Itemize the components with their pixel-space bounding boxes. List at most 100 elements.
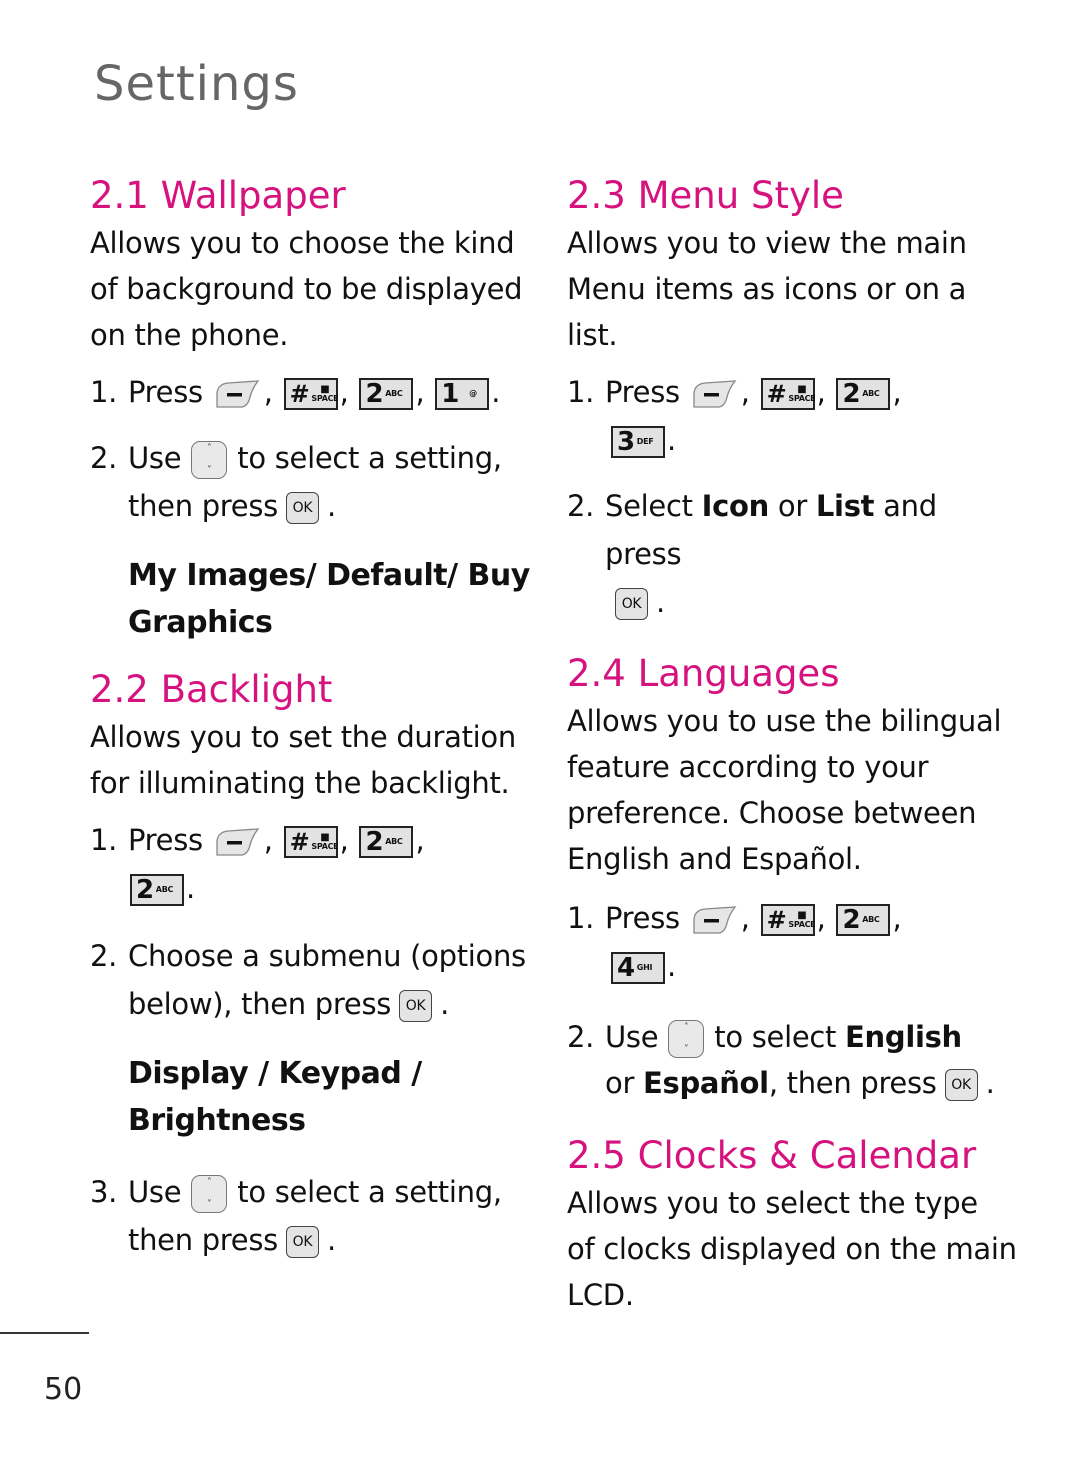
step-text: Use [605, 1020, 659, 1054]
period: . [440, 987, 449, 1021]
page-title: Settings [94, 56, 299, 112]
step-number: 1. [90, 823, 118, 857]
step-number: 2. [567, 489, 595, 523]
key-main: 4 [617, 953, 635, 983]
comma: , [816, 375, 826, 409]
step-2: 2. Use ˄ ˅ to select English or Español, th… [567, 1014, 1017, 1106]
desc-line: of clocks displayed on the main [567, 1232, 1017, 1266]
desc-line: Menu items as icons or on a [567, 272, 967, 306]
step-text: then press [128, 1223, 278, 1257]
left-soft-key-icon [691, 905, 739, 935]
step-text: Press [128, 823, 203, 857]
comma: , [415, 823, 425, 857]
desc-line: of background to be displayed [90, 272, 523, 306]
option-english-keyword: English [845, 1020, 962, 1054]
step-2: 2. Use ˄ ˅ to select a setting, then press O… [90, 434, 530, 530]
comma: , [740, 901, 750, 935]
step-text: Use [128, 1175, 182, 1209]
step-number: 3. [90, 1175, 118, 1209]
step-text: to select [714, 1020, 837, 1054]
period: . [656, 585, 665, 619]
hash-space-key-icon: # ■ SPACE [760, 378, 816, 410]
desc-line: Allows you to use the bilingual [567, 704, 1002, 738]
desc-line: Allows you to select the type [567, 1186, 978, 1220]
key-sub: SPACE [788, 394, 816, 403]
key-main: 2 [365, 379, 384, 409]
step-number: 1. [567, 375, 595, 409]
period: . [667, 949, 676, 983]
step-2: 2. Select Icon or List and press OK. [567, 482, 1017, 626]
key-main: # [289, 828, 310, 856]
section-description: Allows you to set the duration for illum… [90, 714, 530, 806]
submenu-options: Display / Keypad / Brightness [90, 1050, 530, 1144]
step-number: 1. [567, 901, 595, 935]
page-number: 50 [44, 1372, 83, 1407]
left-soft-key-icon [214, 827, 262, 857]
step-1: 1. Press , # ■ SPACE, 2 ABC, 2 ABC. [90, 816, 530, 912]
arrow-down-icon: ˅ [206, 465, 212, 476]
comma: , [415, 375, 425, 409]
step-text: to select a setting, [237, 1175, 502, 1209]
footer-divider [0, 1332, 89, 1334]
step-text: , then press [768, 1066, 937, 1100]
desc-line: Allows you to set the duration [90, 720, 516, 754]
step-text: below), then press [128, 987, 392, 1021]
nav-up-down-key-icon: ˄ ˅ [191, 1175, 228, 1213]
option-line: Graphics [128, 605, 273, 640]
step-text: Press [605, 901, 680, 935]
section-heading: 2.5 Clocks & Calendar [567, 1134, 977, 1177]
ok-key-icon: OK [615, 588, 648, 620]
section-description: Allows you to select the type of clocks … [567, 1180, 1017, 1318]
key-sub: ABC [862, 915, 880, 924]
step-number: 2. [90, 441, 118, 475]
comma: , [892, 901, 902, 935]
key-main: # [289, 380, 310, 408]
step-2: 2. Choose a submenu (options below), the… [90, 932, 530, 1028]
step-text: Use [128, 441, 182, 475]
nav-up-down-key-icon: ˄ ˅ [668, 1020, 705, 1058]
key-3-def-icon: 3 DEF [611, 426, 665, 458]
key-sub: @ [469, 389, 477, 398]
step-text: or [605, 1066, 635, 1100]
key-2-abc-icon: 2 ABC [836, 378, 891, 410]
key-2-abc-icon: 2 ABC [359, 826, 414, 858]
section-heading: 2.3 Menu Style [567, 174, 844, 217]
arrow-down-icon: ˅ [683, 1044, 689, 1055]
period: . [667, 423, 676, 457]
desc-line: list. [567, 318, 618, 352]
step-number: 2. [90, 939, 118, 973]
comma: , [816, 901, 826, 935]
comma: , [339, 823, 349, 857]
option-line: Display / Keypad / [128, 1056, 422, 1091]
ok-key-icon: OK [399, 990, 433, 1022]
section-menu-style: 2.3 Menu Style Allows you to view the ma… [567, 172, 1017, 626]
option-list-keyword: List [815, 489, 875, 523]
arrow-up-icon: ˄ [206, 1177, 212, 1188]
key-sub: GHI [636, 963, 653, 972]
section-backlight: 2.2 Backlight Allows you to set the dura… [90, 666, 530, 1264]
step-3: 3. Use ˄ ˅ to select a setting, then press O… [90, 1168, 530, 1264]
period: . [326, 489, 336, 523]
submenu-options: My Images/ Default/ Buy Graphics [90, 552, 530, 646]
key-main: 2 [842, 905, 861, 935]
period: . [186, 871, 195, 905]
step-text: or [777, 489, 807, 523]
key-sub: ABC [862, 389, 880, 398]
ok-key-icon: OK [285, 492, 319, 524]
key-sub: SPACE [788, 920, 816, 929]
arrow-up-icon: ˄ [683, 1022, 689, 1033]
step-number: 1. [90, 375, 118, 409]
key-2-abc-icon: 2 ABC [836, 904, 891, 936]
left-soft-key-icon [691, 379, 739, 409]
section-description: Allows you to view the main Menu items a… [567, 220, 1017, 358]
step-text: Press [605, 375, 680, 409]
key-sub: ABC [385, 389, 403, 398]
key-main: 1 [441, 379, 460, 409]
step-1: 1. Press , # ■ SPACE, 2 ABC, 1 @. [90, 368, 530, 416]
section-languages: 2.4 Languages Allows you to use the bili… [567, 650, 1017, 1106]
hash-space-key-icon: # ■ SPACE [283, 378, 339, 410]
arrow-up-icon: ˄ [206, 443, 212, 454]
section-heading: 2.4 Languages [567, 652, 840, 695]
ok-key-icon: OK [944, 1069, 978, 1101]
desc-line: LCD. [567, 1278, 634, 1312]
